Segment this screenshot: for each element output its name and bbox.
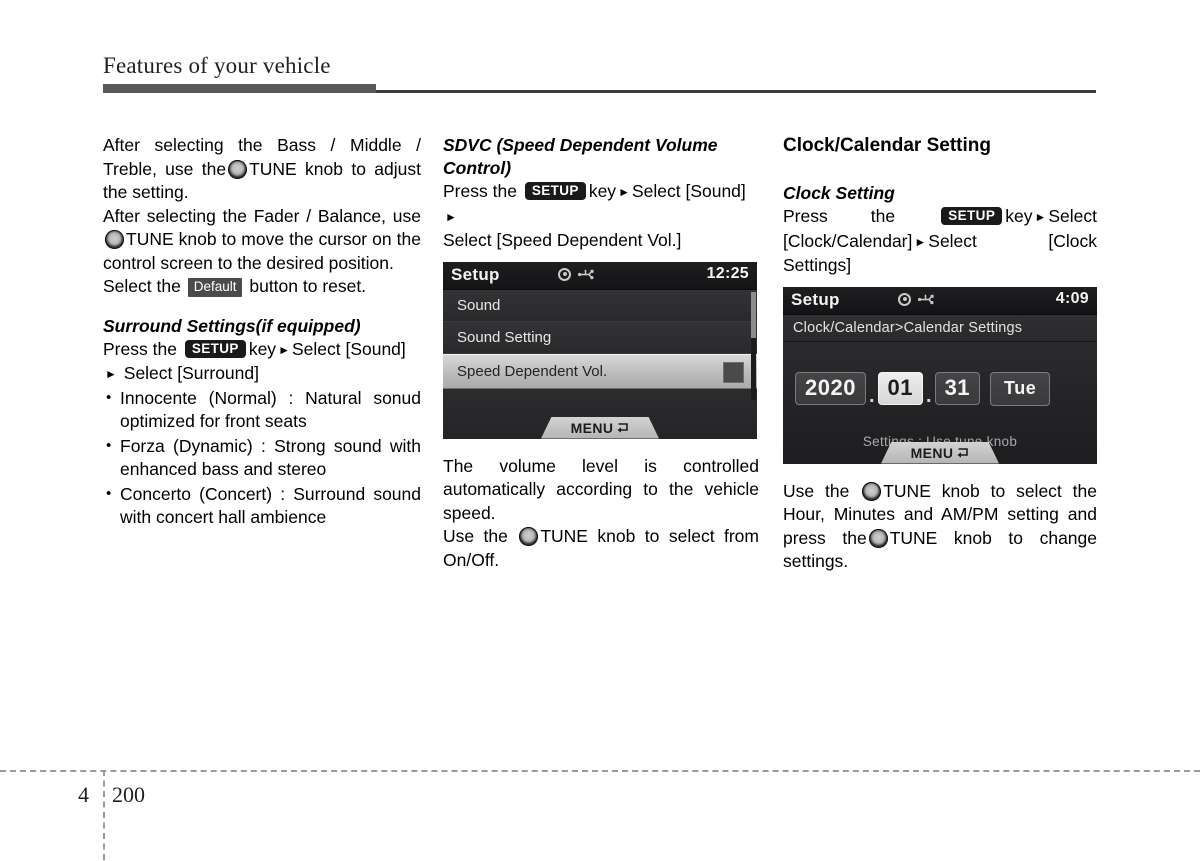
footer-dashed-divider	[103, 770, 105, 860]
setup-key-badge[interactable]: SETUP	[184, 339, 246, 358]
menu-button-label: MENU	[910, 444, 954, 461]
fader-para-text-a: After selecting the Fader / Balance, use	[103, 205, 421, 226]
return-arrow-icon	[957, 448, 969, 458]
header-rule-thin	[376, 90, 1096, 93]
clock-step1-text: key	[1005, 206, 1033, 226]
sdvc-step3-text: Select [Speed Dependent Vol.]	[443, 230, 682, 250]
surround-press-text: Press the	[103, 338, 177, 359]
tune-knob-icon	[868, 528, 888, 548]
screen-status-icons	[898, 292, 934, 306]
chapter-number: 4	[78, 782, 89, 807]
screen-title: Setup	[451, 264, 500, 284]
header-rule-thick	[103, 84, 376, 93]
sdvc-step2-text: Select [Sound]	[631, 181, 746, 201]
list-item-sound[interactable]: Sound	[443, 289, 757, 322]
list-item-label: Speed Dependent Vol.	[457, 362, 608, 380]
middle-column: SDVC (Speed Dependent Volume Control) Pr…	[443, 134, 759, 572]
sdvc-step1-text: key	[588, 181, 617, 201]
screen-clock: 4:09	[1055, 289, 1089, 307]
setup-key-badge[interactable]: SETUP	[941, 207, 1003, 225]
step-arrow-icon: ►	[105, 367, 117, 381]
screen-scrollbar[interactable]	[751, 291, 756, 400]
breadcrumb: Clock/Calendar>Calendar Settings	[783, 314, 1097, 342]
setup-sound-screen: Setup 12:25 Sound Sound Setting Speed De…	[443, 261, 757, 439]
step-arrow-icon: ►	[1034, 210, 1047, 224]
disc-icon	[898, 292, 911, 306]
scrollbar-thumb[interactable]	[751, 291, 756, 338]
sdvc-caption-paragraph: The volume level is controlled automatic…	[443, 455, 759, 526]
default-reset-paragraph: Select the Default button to reset.	[103, 275, 421, 299]
screen-title-bar: Setup 4:09	[783, 286, 1097, 315]
fader-balance-paragraph: After selecting the Fader / Balance, use…	[103, 205, 421, 276]
header-rule	[103, 84, 1096, 93]
sdvc-steps-paragraph: Press the SETUP key ► Select [Sound] ► Sele…	[443, 180, 759, 253]
left-column: After selecting the Bass / Middle / Treb…	[103, 134, 421, 531]
surround-step3-text: Select [Surround]	[123, 363, 259, 383]
sdvc-caption-b-pre: Use the	[443, 526, 508, 546]
page-title: Features of your vehicle	[103, 53, 331, 78]
clock-setting-heading: Clock Setting	[783, 183, 895, 203]
tune-knob-icon	[862, 481, 882, 501]
list-item: Innocente (Normal) : Natural sonud optim…	[103, 386, 421, 434]
page-header: Features of your vehicle	[103, 52, 1096, 93]
sdvc-caption-knob-paragraph: Use the TUNE knob to select from On/Off.	[443, 525, 759, 572]
page-footer: 4 200	[0, 770, 1200, 860]
list-item-speed-dependent-vol[interactable]: Speed Dependent Vol.	[443, 353, 757, 389]
step-arrow-icon: ►	[445, 209, 457, 224]
clock-caption-pre: Use the	[783, 480, 850, 501]
sdvc-press-text: Press the	[443, 181, 517, 201]
sdvc-caption-a: The volume level is controlled automatic…	[443, 455, 759, 523]
clock-calendar-screen: Setup 4:09 Clock/Calendar>Calendar Setti…	[783, 286, 1097, 464]
surround-modes-list: Innocente (Normal) : Natural sonud optim…	[103, 386, 421, 530]
day-field[interactable]: 31	[934, 372, 981, 405]
date-separator: .	[868, 384, 875, 407]
surround-step2-text: Select [Sound]	[291, 338, 406, 359]
step-arrow-icon: ►	[618, 185, 630, 199]
bass-middle-treble-paragraph: After selecting the Bass / Middle / Treb…	[103, 134, 421, 205]
tune-knob-icon	[228, 159, 248, 179]
clock-calendar-setting-heading: Clock/Calendar Setting	[783, 135, 991, 156]
usb-icon	[578, 268, 594, 279]
right-column: Clock/Calendar Setting Clock Setting Pre…	[783, 134, 1097, 574]
screen-clock: 12:25	[706, 264, 749, 282]
year-field[interactable]: 2020	[795, 372, 866, 405]
surround-settings-heading: Surround Settings(if equipped)	[103, 315, 361, 336]
checkbox-icon[interactable]	[723, 361, 744, 383]
page-number: 200	[112, 782, 145, 807]
list-item: Concerto (Concert) : Surround sound with…	[103, 482, 421, 530]
default-button-badge[interactable]: Default	[187, 278, 243, 297]
surround-step1-text: key	[248, 338, 277, 359]
default-para-text-a: Select the	[103, 276, 181, 296]
surround-steps-paragraph: Press the SETUP key ► Select [Sound] ► Sele…	[103, 338, 421, 387]
clock-press-text: Press the	[783, 206, 896, 226]
return-arrow-icon	[617, 423, 629, 433]
date-fields-row: 2020 . 01 . 31 Tue	[795, 371, 1051, 407]
date-separator: .	[926, 384, 932, 407]
screen-title: Setup	[791, 289, 840, 309]
screen-title-bar: Setup 12:25	[443, 261, 757, 290]
footer-dashed-rule	[0, 770, 1200, 772]
tune-knob-icon	[105, 230, 124, 249]
list-item: Forza (Dynamic) : Strong sound with enha…	[103, 434, 421, 482]
setup-key-badge[interactable]: SETUP	[524, 182, 586, 200]
menu-button[interactable]: MENU	[881, 441, 999, 464]
step-arrow-icon: ►	[914, 234, 927, 249]
month-field[interactable]: 01	[877, 372, 923, 405]
default-para-text-b: button to reset.	[249, 276, 367, 296]
menu-button-label: MENU	[570, 419, 614, 436]
weekday-field: Tue	[990, 371, 1051, 406]
sdvc-heading: SDVC (Speed Dependent Volume Control)	[443, 135, 718, 178]
step-arrow-icon: ►	[278, 342, 290, 357]
fader-para-text-b: TUNE knob to move the cursor on the cont…	[103, 229, 421, 273]
screen-status-icons	[558, 267, 594, 281]
list-item-sound-setting[interactable]: Sound Setting	[443, 321, 757, 354]
usb-icon	[918, 293, 934, 304]
clock-caption-paragraph: Use the TUNE knob to select the Hour, Mi…	[783, 480, 1097, 574]
disc-icon	[558, 267, 571, 281]
menu-button[interactable]: MENU	[541, 416, 659, 439]
clock-steps-paragraph: Press the SETUP key ► Select [Clock/Calenda…	[783, 205, 1097, 278]
tune-knob-icon	[519, 527, 539, 546]
